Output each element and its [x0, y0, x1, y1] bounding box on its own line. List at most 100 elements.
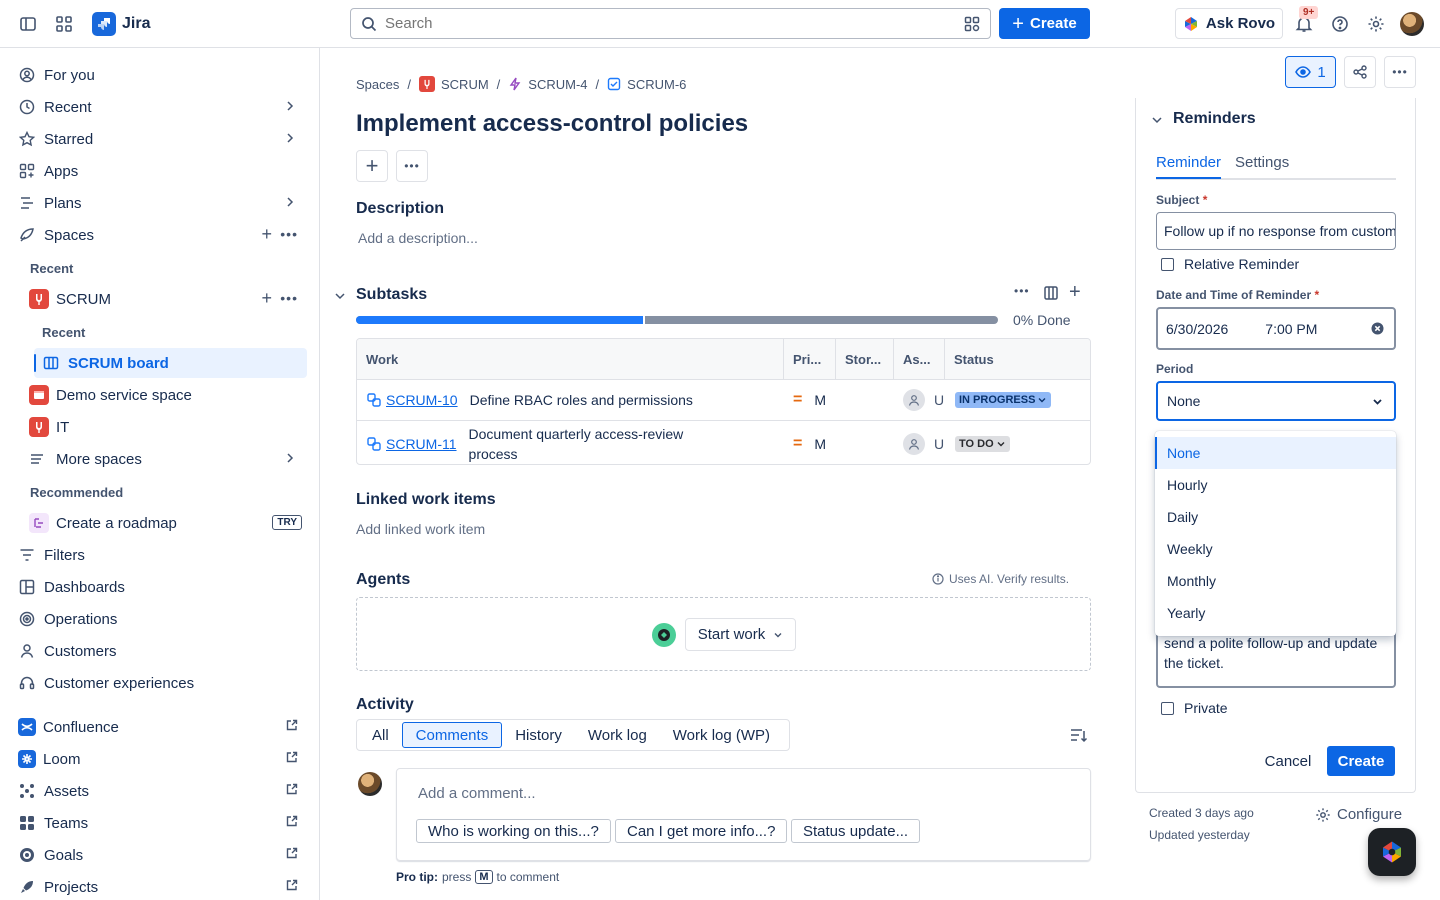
- tab-history[interactable]: History: [502, 722, 575, 748]
- subtask-priority[interactable]: M: [814, 436, 826, 452]
- search-input[interactable]: [385, 15, 964, 32]
- tab-settings[interactable]: Settings: [1235, 154, 1289, 171]
- sidebar-item-confluence[interactable]: Confluence: [10, 712, 308, 742]
- sidebar-item-spaces[interactable]: Spaces + •••: [10, 220, 308, 250]
- user-avatar[interactable]: [1400, 12, 1424, 36]
- column-header-priority[interactable]: Pri...: [784, 339, 836, 379]
- sidebar-item-goals[interactable]: Goals: [10, 840, 308, 870]
- start-work-button[interactable]: Start work: [685, 618, 796, 651]
- create-reminder-button[interactable]: Create: [1327, 746, 1395, 776]
- sort-icon[interactable]: [1070, 727, 1088, 743]
- column-header-assignee[interactable]: As...: [894, 339, 945, 379]
- more-actions-button[interactable]: •••: [396, 150, 428, 182]
- search-filter-icon[interactable]: [964, 16, 980, 32]
- breadcrumb-spaces[interactable]: Spaces: [356, 77, 399, 92]
- cancel-button[interactable]: Cancel: [1258, 746, 1318, 776]
- collapse-chevron-icon[interactable]: [334, 290, 346, 302]
- breadcrumb-current[interactable]: SCRUM-6: [627, 77, 686, 92]
- status-lozenge[interactable]: TO DO: [955, 435, 1010, 452]
- column-header-work[interactable]: Work: [357, 339, 784, 379]
- comment-editor[interactable]: Add a comment... Who is working on this.…: [396, 768, 1091, 861]
- subject-input[interactable]: Follow up if no response from customer: [1156, 212, 1396, 250]
- period-option-hourly[interactable]: Hourly: [1155, 469, 1396, 501]
- watch-button[interactable]: 1: [1285, 56, 1336, 88]
- external-link-icon[interactable]: [286, 815, 298, 827]
- create-button[interactable]: + Create: [999, 8, 1090, 39]
- more-options-icon[interactable]: •••: [280, 227, 298, 241]
- tab-work-log[interactable]: Work log: [575, 722, 660, 748]
- subtask-summary[interactable]: Define RBAC roles and permissions: [470, 392, 693, 408]
- external-link-icon[interactable]: [286, 879, 298, 891]
- sidebar-item-for-you[interactable]: For you: [10, 60, 308, 90]
- sidebar-item-apps[interactable]: Apps: [10, 156, 308, 186]
- external-link-icon[interactable]: [286, 783, 298, 795]
- sidebar-item-recent[interactable]: Recent: [10, 92, 308, 122]
- share-button[interactable]: [1344, 56, 1376, 88]
- sidebar-item-loom[interactable]: Loom: [10, 744, 308, 774]
- time-value[interactable]: 7:00 PM: [1265, 321, 1317, 337]
- issue-title[interactable]: Implement access-control policies: [356, 110, 748, 138]
- sidebar-item-plans[interactable]: Plans: [10, 188, 308, 218]
- comment-placeholder[interactable]: Add a comment...: [418, 785, 536, 802]
- sidebar-item-teams[interactable]: Teams: [10, 808, 308, 838]
- ask-rovo-button[interactable]: Ask Rovo: [1175, 8, 1283, 39]
- more-options-icon[interactable]: •••: [1014, 284, 1030, 298]
- relative-reminder-checkbox[interactable]: Relative Reminder: [1161, 256, 1299, 272]
- subtask-summary[interactable]: Document quarterly access-review process: [469, 424, 714, 464]
- subtask-key-link[interactable]: SCRUM-10: [386, 392, 458, 408]
- settings-gear-icon[interactable]: [1362, 10, 1390, 38]
- sidebar-item-scrum-board[interactable]: SCRUM board: [34, 348, 307, 378]
- chevron-right-icon[interactable]: [284, 132, 296, 144]
- chevron-right-icon[interactable]: [284, 452, 296, 464]
- suggestion-status-update[interactable]: Status update...: [791, 819, 921, 843]
- period-option-weekly[interactable]: Weekly: [1155, 533, 1396, 565]
- configure-button[interactable]: Configure: [1315, 806, 1402, 823]
- breadcrumb-scrum[interactable]: SCRUM: [441, 77, 489, 92]
- tab-all[interactable]: All: [359, 722, 402, 748]
- private-checkbox[interactable]: Private: [1161, 700, 1228, 716]
- tab-reminder[interactable]: Reminder: [1156, 154, 1222, 179]
- datetime-picker[interactable]: 6/30/2026 7:00 PM: [1156, 307, 1396, 350]
- period-option-yearly[interactable]: Yearly: [1155, 597, 1396, 629]
- sidebar-item-filters[interactable]: Filters: [10, 540, 308, 570]
- sidebar-item-more-spaces[interactable]: More spaces: [20, 444, 308, 474]
- sidebar-item-customers[interactable]: Customers: [10, 636, 308, 666]
- description-field[interactable]: Add a description...: [358, 230, 478, 246]
- tab-comments[interactable]: Comments: [401, 722, 503, 748]
- period-option-none[interactable]: None: [1155, 437, 1396, 469]
- table-row[interactable]: SCRUM-10 Define RBAC roles and permissio…: [357, 379, 1090, 420]
- sidebar-toggle-icon[interactable]: [14, 10, 42, 38]
- sidebar-item-assets[interactable]: Assets: [10, 776, 308, 806]
- sidebar-item-it[interactable]: IT: [20, 412, 308, 442]
- clear-icon[interactable]: [1371, 322, 1384, 335]
- more-actions-button[interactable]: •••: [1384, 56, 1416, 88]
- more-options-icon[interactable]: •••: [280, 291, 298, 305]
- chevron-right-icon[interactable]: [284, 196, 296, 208]
- chevron-right-icon[interactable]: [284, 100, 296, 112]
- add-icon[interactable]: +: [261, 289, 272, 307]
- date-value[interactable]: 6/30/2026: [1166, 321, 1228, 337]
- external-link-icon[interactable]: [286, 751, 298, 763]
- breadcrumb-parent[interactable]: SCRUM-4: [528, 77, 587, 92]
- sidebar-item-dashboards[interactable]: Dashboards: [10, 572, 308, 602]
- sidebar-item-scrum[interactable]: SCRUM + •••: [20, 284, 308, 314]
- add-button[interactable]: +: [356, 150, 388, 182]
- subtask-assignee[interactable]: U: [934, 436, 944, 452]
- sidebar-item-projects[interactable]: Projects: [10, 872, 308, 900]
- add-linked-work-item[interactable]: Add linked work item: [356, 521, 485, 537]
- suggestion-more-info[interactable]: Can I get more info...?: [615, 819, 788, 843]
- rovo-chat-button[interactable]: [1368, 828, 1416, 876]
- tab-work-log-wp[interactable]: Work log (WP): [660, 722, 783, 748]
- subtask-assignee[interactable]: U: [934, 392, 944, 408]
- jira-logo[interactable]: Jira: [92, 12, 150, 36]
- status-lozenge[interactable]: IN PROGRESS: [955, 392, 1052, 408]
- add-subtask-icon[interactable]: +: [1069, 282, 1081, 302]
- sidebar-item-create-roadmap[interactable]: Create a roadmap TRY: [20, 508, 308, 538]
- columns-icon[interactable]: [1044, 286, 1058, 300]
- add-space-icon[interactable]: +: [261, 225, 272, 243]
- help-icon[interactable]: [1326, 10, 1354, 38]
- period-option-daily[interactable]: Daily: [1155, 501, 1396, 533]
- sidebar-item-starred[interactable]: Starred: [10, 124, 308, 154]
- period-select[interactable]: None: [1156, 381, 1396, 421]
- subtask-key-link[interactable]: SCRUM-11: [386, 436, 457, 452]
